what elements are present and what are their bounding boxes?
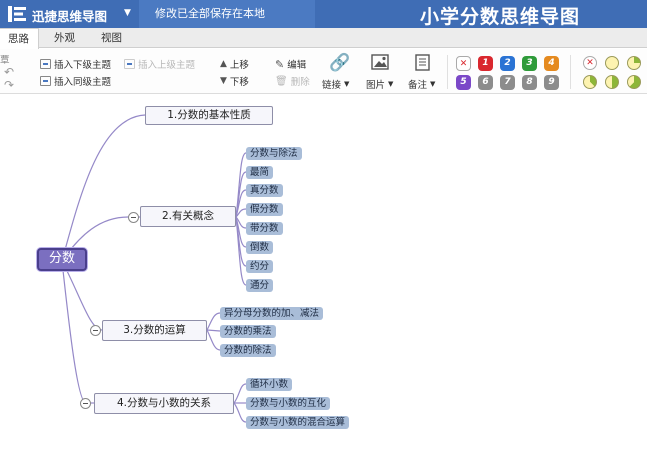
priority-3-icon[interactable]: 3 <box>522 56 537 71</box>
link-label: 链接 <box>322 80 342 91</box>
subtopic[interactable]: 通分 <box>246 279 274 292</box>
edit-button[interactable]: ✎ 编辑 <box>275 57 307 72</box>
note-button[interactable]: 备注 ▼ <box>408 77 435 91</box>
subtopic[interactable]: 分数与除法 <box>246 147 302 160</box>
edit-label: 编辑 <box>287 60 307 71</box>
branch-topic-operations[interactable]: 3.分数的运算 <box>102 320 207 341</box>
edit-icon: ✎ <box>275 57 285 71</box>
note-icon[interactable] <box>415 54 430 71</box>
priority-5-icon[interactable]: 5 <box>456 75 471 90</box>
priority-clear-icon[interactable]: ✕ <box>456 56 471 71</box>
arrow-up-icon: ▲ <box>220 59 227 69</box>
partial-clipped-label: 覃 <box>0 55 10 66</box>
app-name[interactable]: 迅捷思维导图 <box>32 6 107 25</box>
priority-9-icon[interactable]: 9 <box>544 75 559 90</box>
subtopic[interactable]: 分数与小数的互化 <box>246 397 331 410</box>
collapse-toggle-icon[interactable] <box>90 325 101 336</box>
arrow-down-icon: ▼ <box>220 76 227 86</box>
insert-child-button[interactable]: 插入下级主题 <box>40 57 111 71</box>
collapse-toggle-icon[interactable] <box>128 212 139 223</box>
subtopic[interactable]: 分数的除法 <box>220 344 276 357</box>
tab-view[interactable]: 视图 <box>101 28 122 48</box>
branch-topic-basic-properties[interactable]: 1.分数的基本性质 <box>145 106 273 125</box>
ribbon-tabs: 思路 外观 视图 <box>0 28 647 49</box>
link-caret-icon: ▼ <box>344 80 350 88</box>
trash-icon: 🗑 <box>275 75 288 87</box>
toolbar-divider <box>570 55 571 89</box>
toolbar-divider <box>447 55 448 89</box>
mindmap-canvas[interactable]: 分数 1.分数的基本性质 2.有关概念 3.分数的运算 4.分数与小数的关系 分… <box>0 95 647 451</box>
tab-idea[interactable]: 思路 <box>0 28 39 49</box>
delete-button[interactable]: 🗑 删除 <box>275 74 310 89</box>
link-button[interactable]: 链接 ▼ <box>322 77 349 91</box>
insert-parent-label: 插入上级主题 <box>138 60 196 71</box>
undo-icon[interactable]: ↶ <box>4 65 14 79</box>
app-menu-caret-icon[interactable]: ▼ <box>124 8 131 18</box>
priority-4-icon[interactable]: 4 <box>544 56 559 71</box>
priority-8-icon[interactable]: 8 <box>522 75 537 90</box>
priority-7-icon[interactable]: 7 <box>500 75 515 90</box>
subtopic[interactable]: 异分母分数的加、减法 <box>220 307 324 320</box>
subtopic[interactable]: 分数与小数的混合运算 <box>246 416 350 429</box>
tab-appearance[interactable]: 外观 <box>54 28 75 48</box>
toolbar: 覃 ↶ ↷ 插入下级主题 插入上级主题 插入同级主题 ▲ 上移 ▼ 下移 ✎ 编… <box>0 49 647 94</box>
move-up-label: 上移 <box>229 60 249 71</box>
collapse-toggle-icon[interactable] <box>80 398 91 409</box>
insert-sibling-icon <box>40 76 51 86</box>
note-label: 备注 <box>408 80 428 91</box>
title-bar: 迅捷思维导图 ▼ 修改已全部保存在本地 小学分数思维导图 <box>0 0 647 28</box>
priority-6-icon[interactable]: 6 <box>478 75 493 90</box>
delete-label: 删除 <box>290 77 310 88</box>
app-logo-icon[interactable] <box>8 6 26 22</box>
redo-icon[interactable]: ↷ <box>4 78 14 92</box>
link-icon[interactable]: 🔗 <box>329 53 351 73</box>
progress-37-icon[interactable] <box>583 75 597 89</box>
save-status: 修改已全部保存在本地 <box>139 0 315 28</box>
subtopic[interactable]: 假分数 <box>246 203 283 216</box>
branch-topic-concepts[interactable]: 2.有关概念 <box>140 206 236 227</box>
progress-0-icon[interactable] <box>605 56 619 70</box>
insert-child-label: 插入下级主题 <box>54 60 112 71</box>
priority-1-icon[interactable]: 1 <box>478 56 493 71</box>
image-caret-icon: ▼ <box>388 80 394 88</box>
branch-topic-fraction-decimal-relation[interactable]: 4.分数与小数的关系 <box>94 393 234 414</box>
progress-clear-icon[interactable]: ✕ <box>583 56 597 70</box>
subtopic[interactable]: 约分 <box>246 260 274 273</box>
image-button[interactable]: 图片 ▼ <box>366 77 393 91</box>
insert-sibling-label: 插入同级主题 <box>54 77 112 88</box>
subtopic[interactable]: 真分数 <box>246 184 283 197</box>
subtopic[interactable]: 分数的乘法 <box>220 325 276 338</box>
progress-half-icon[interactable] <box>605 75 619 89</box>
note-caret-icon: ▼ <box>430 80 436 88</box>
insert-parent-icon <box>124 59 135 69</box>
subtopic[interactable]: 最简 <box>246 166 274 179</box>
image-icon[interactable] <box>371 54 389 70</box>
insert-child-icon <box>40 59 51 69</box>
progress-62-icon[interactable] <box>627 75 641 89</box>
image-label: 图片 <box>366 80 386 91</box>
progress-quarter-icon[interactable] <box>627 56 641 70</box>
move-down-label: 下移 <box>229 77 249 88</box>
root-topic[interactable]: 分数 <box>37 248 87 271</box>
subtopic[interactable]: 倒数 <box>246 241 274 254</box>
insert-parent-button[interactable]: 插入上级主题 <box>124 57 195 71</box>
subtopic[interactable]: 循环小数 <box>246 378 293 391</box>
priority-2-icon[interactable]: 2 <box>500 56 515 71</box>
document-title: 小学分数思维导图 <box>420 6 581 28</box>
move-down-button[interactable]: ▼ 下移 <box>220 74 249 88</box>
insert-sibling-button[interactable]: 插入同级主题 <box>40 74 111 88</box>
subtopic[interactable]: 带分数 <box>246 222 283 235</box>
move-up-button[interactable]: ▲ 上移 <box>220 57 249 71</box>
